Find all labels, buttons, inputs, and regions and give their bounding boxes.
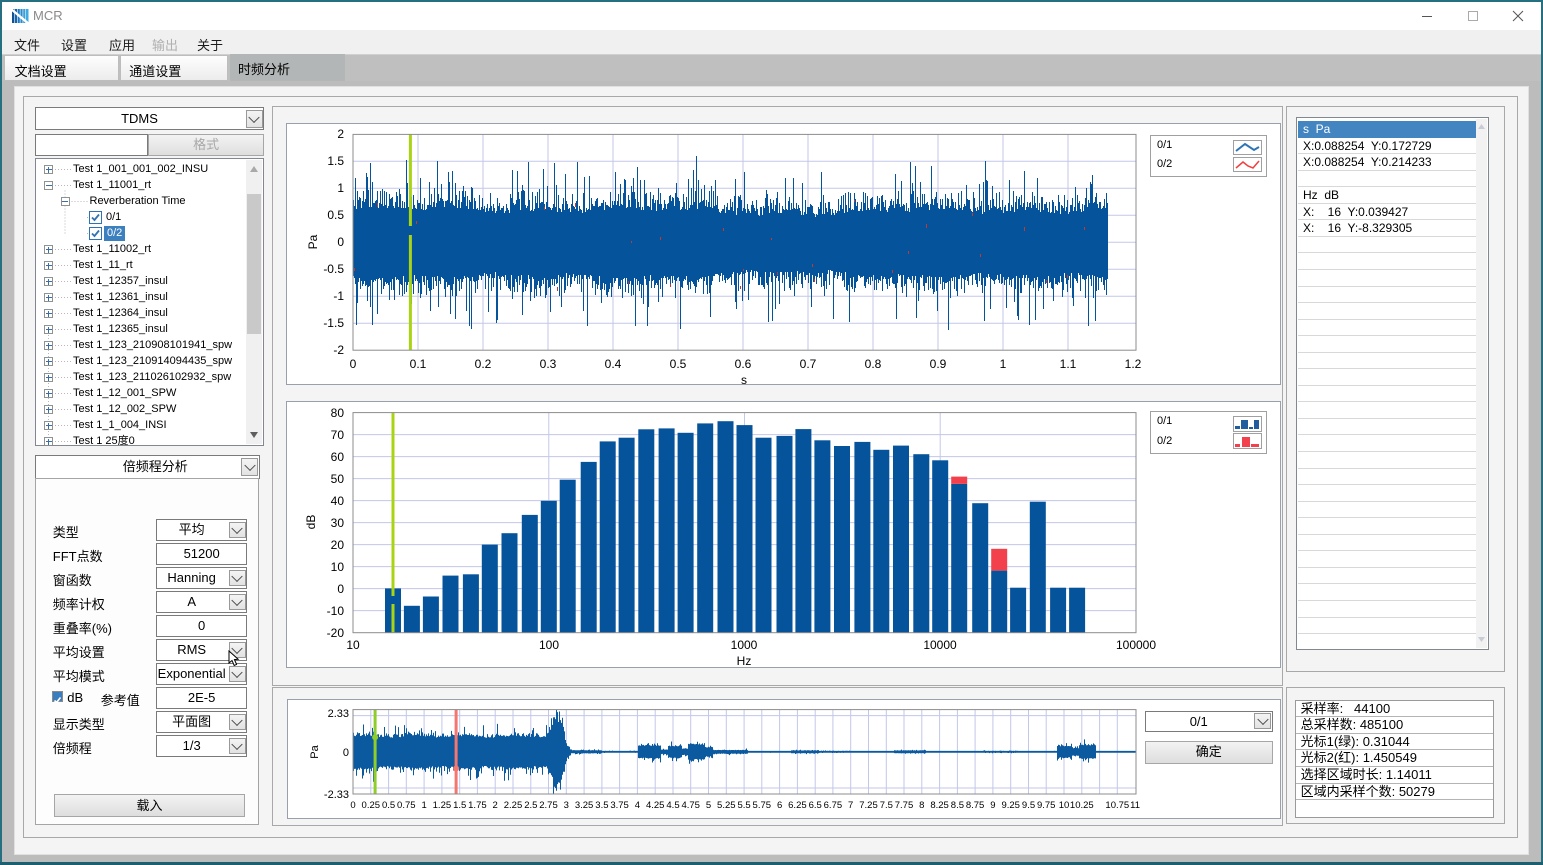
svg-text:1: 1 bbox=[337, 181, 344, 195]
svg-text:-1.5: -1.5 bbox=[323, 316, 344, 330]
svg-text:100: 100 bbox=[539, 638, 559, 652]
svg-text:5.75: 5.75 bbox=[753, 800, 772, 811]
svg-text:7: 7 bbox=[848, 800, 853, 811]
svg-text:9: 9 bbox=[990, 800, 995, 811]
svg-text:2: 2 bbox=[493, 800, 498, 811]
svg-text:0: 0 bbox=[337, 235, 344, 249]
svg-text:0.2: 0.2 bbox=[475, 357, 492, 371]
svg-text:1.2: 1.2 bbox=[1125, 357, 1142, 371]
svg-text:0.4: 0.4 bbox=[605, 357, 622, 371]
svg-text:8.75: 8.75 bbox=[966, 800, 985, 811]
svg-text:8: 8 bbox=[919, 800, 924, 811]
svg-text:0.6: 0.6 bbox=[735, 357, 752, 371]
svg-text:1000: 1000 bbox=[731, 638, 758, 652]
svg-text:0: 0 bbox=[350, 357, 357, 371]
svg-text:s: s bbox=[741, 373, 747, 385]
svg-text:-1: -1 bbox=[333, 289, 344, 303]
svg-text:9.5: 9.5 bbox=[1022, 800, 1035, 811]
svg-text:0.25: 0.25 bbox=[362, 800, 381, 811]
svg-text:6: 6 bbox=[777, 800, 782, 811]
svg-text:10: 10 bbox=[1059, 800, 1070, 811]
svg-text:-20: -20 bbox=[327, 626, 345, 640]
svg-text:0: 0 bbox=[337, 582, 344, 596]
svg-text:1.75: 1.75 bbox=[468, 800, 487, 811]
svg-text:5.5: 5.5 bbox=[737, 800, 750, 811]
svg-text:8.5: 8.5 bbox=[951, 800, 964, 811]
svg-text:0.9: 0.9 bbox=[930, 357, 947, 371]
svg-text:-0.5: -0.5 bbox=[323, 262, 344, 276]
svg-text:20: 20 bbox=[331, 538, 345, 552]
svg-text:6.75: 6.75 bbox=[824, 800, 843, 811]
svg-text:4.5: 4.5 bbox=[666, 800, 679, 811]
svg-text:0.3: 0.3 bbox=[540, 357, 557, 371]
svg-text:100000: 100000 bbox=[1116, 638, 1156, 652]
svg-text:7.25: 7.25 bbox=[859, 800, 878, 811]
svg-text:40: 40 bbox=[331, 494, 345, 508]
svg-text:2: 2 bbox=[337, 127, 344, 141]
svg-text:1.25: 1.25 bbox=[433, 800, 452, 811]
svg-text:1.1: 1.1 bbox=[1060, 357, 1077, 371]
svg-text:4: 4 bbox=[635, 800, 640, 811]
svg-text:11: 11 bbox=[1130, 800, 1140, 811]
svg-text:9.75: 9.75 bbox=[1037, 800, 1056, 811]
svg-text:-2: -2 bbox=[333, 343, 344, 357]
svg-text:7.75: 7.75 bbox=[895, 800, 914, 811]
svg-text:9.25: 9.25 bbox=[1001, 800, 1020, 811]
svg-text:10: 10 bbox=[346, 638, 360, 652]
svg-text:1: 1 bbox=[421, 800, 426, 811]
svg-text:2.33: 2.33 bbox=[328, 708, 349, 720]
svg-text:10000: 10000 bbox=[923, 638, 957, 652]
svg-text:7.5: 7.5 bbox=[880, 800, 893, 811]
svg-text:70: 70 bbox=[331, 428, 345, 442]
svg-text:3.25: 3.25 bbox=[575, 800, 594, 811]
svg-text:Pa: Pa bbox=[306, 235, 320, 250]
svg-text:0.5: 0.5 bbox=[382, 800, 395, 811]
svg-text:80: 80 bbox=[331, 406, 345, 420]
svg-text:3.75: 3.75 bbox=[610, 800, 629, 811]
svg-text:3.5: 3.5 bbox=[595, 800, 608, 811]
svg-text:6.25: 6.25 bbox=[788, 800, 807, 811]
svg-text:1.5: 1.5 bbox=[453, 800, 466, 811]
svg-text:60: 60 bbox=[331, 450, 345, 464]
svg-text:0: 0 bbox=[350, 800, 355, 811]
svg-text:5.25: 5.25 bbox=[717, 800, 736, 811]
svg-text:2.5: 2.5 bbox=[524, 800, 537, 811]
svg-text:0.75: 0.75 bbox=[397, 800, 416, 811]
svg-text:-2.33: -2.33 bbox=[324, 789, 349, 801]
svg-text:0.5: 0.5 bbox=[670, 357, 687, 371]
svg-text:0: 0 bbox=[343, 747, 349, 759]
svg-text:3: 3 bbox=[564, 800, 569, 811]
svg-text:8.25: 8.25 bbox=[930, 800, 949, 811]
svg-text:-10: -10 bbox=[327, 604, 345, 618]
svg-text:30: 30 bbox=[331, 516, 345, 530]
svg-text:10.75: 10.75 bbox=[1105, 800, 1129, 811]
svg-text:0.1: 0.1 bbox=[410, 357, 427, 371]
svg-text:0.7: 0.7 bbox=[800, 357, 817, 371]
svg-text:4.75: 4.75 bbox=[681, 800, 700, 811]
svg-text:1: 1 bbox=[1000, 357, 1007, 371]
svg-text:0.5: 0.5 bbox=[327, 208, 344, 222]
svg-text:0.8: 0.8 bbox=[865, 357, 882, 371]
svg-text:6.5: 6.5 bbox=[809, 800, 822, 811]
svg-text:10.25: 10.25 bbox=[1070, 800, 1094, 811]
svg-text:50: 50 bbox=[331, 472, 345, 486]
svg-text:2.75: 2.75 bbox=[539, 800, 558, 811]
svg-text:Pa: Pa bbox=[309, 744, 321, 758]
svg-text:Hz: Hz bbox=[737, 654, 752, 668]
svg-text:1.5: 1.5 bbox=[327, 154, 344, 168]
svg-text:dB: dB bbox=[304, 514, 318, 529]
svg-text:10: 10 bbox=[331, 560, 345, 574]
svg-text:4.25: 4.25 bbox=[646, 800, 665, 811]
svg-text:2.25: 2.25 bbox=[504, 800, 523, 811]
svg-text:5: 5 bbox=[706, 800, 711, 811]
